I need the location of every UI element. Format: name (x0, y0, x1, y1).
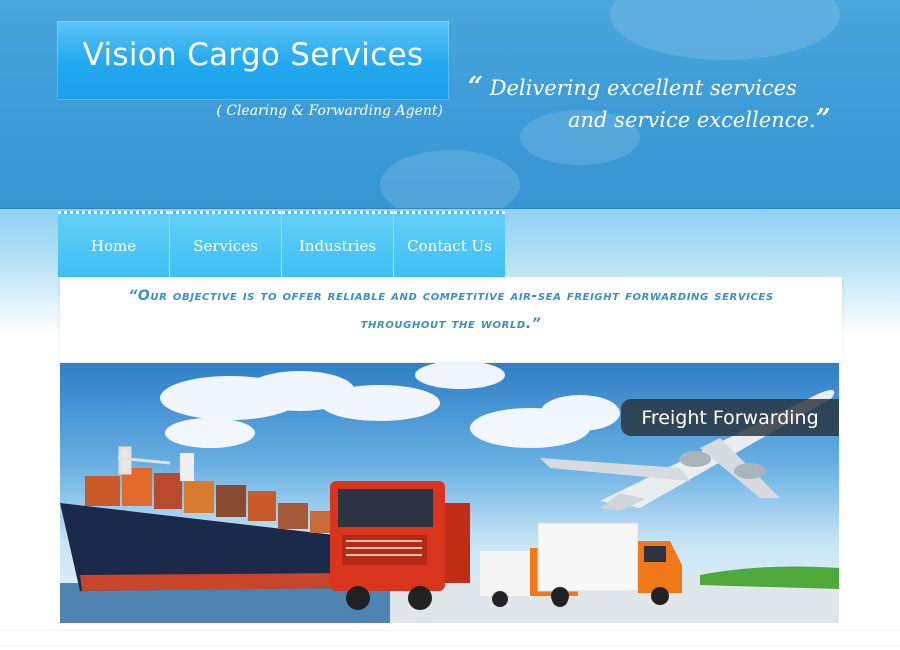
divider (0, 630, 900, 631)
banner-clouds (160, 363, 620, 448)
tagline-text-1: Delivering excellent services (489, 76, 797, 100)
tagline: “ Delivering excellent services and serv… (468, 72, 868, 136)
close-quote-glyph: ” (815, 104, 831, 134)
container-ship (60, 446, 360, 591)
main-nav: Home Services Industries Contact Us (58, 211, 506, 277)
tagline-line-2: and service excellence.” (468, 104, 868, 136)
logo[interactable]: Vision Cargo Services (57, 21, 449, 100)
divider (0, 645, 900, 646)
logo-subtitle: ( Clearing & Forwarding Agent) (216, 103, 443, 119)
cloud-decoration (610, 0, 840, 60)
nav-item-services[interactable]: Services (170, 211, 281, 277)
tagline-text-2: and service excellence. (568, 108, 816, 132)
site-header: Vision Cargo Services ( Clearing & Forwa… (0, 0, 900, 208)
freight-banner: Freight Forwarding (60, 363, 839, 623)
logo-title: Vision Cargo Services (82, 37, 424, 73)
nav-item-industries[interactable]: Industries (282, 211, 393, 277)
banner-label: Freight Forwarding (621, 399, 839, 436)
tagline-line-1: “ Delivering excellent services (468, 72, 868, 104)
open-quote-glyph: “ (468, 72, 483, 102)
objective-panel: “Our objective is to offer reliable and … (60, 277, 842, 362)
nav-item-contact-us[interactable]: Contact Us (394, 211, 505, 277)
objective-statement: “Our objective is to offer reliable and … (128, 288, 774, 332)
cloud-decoration (380, 150, 520, 208)
nav-item-home[interactable]: Home (58, 211, 169, 277)
